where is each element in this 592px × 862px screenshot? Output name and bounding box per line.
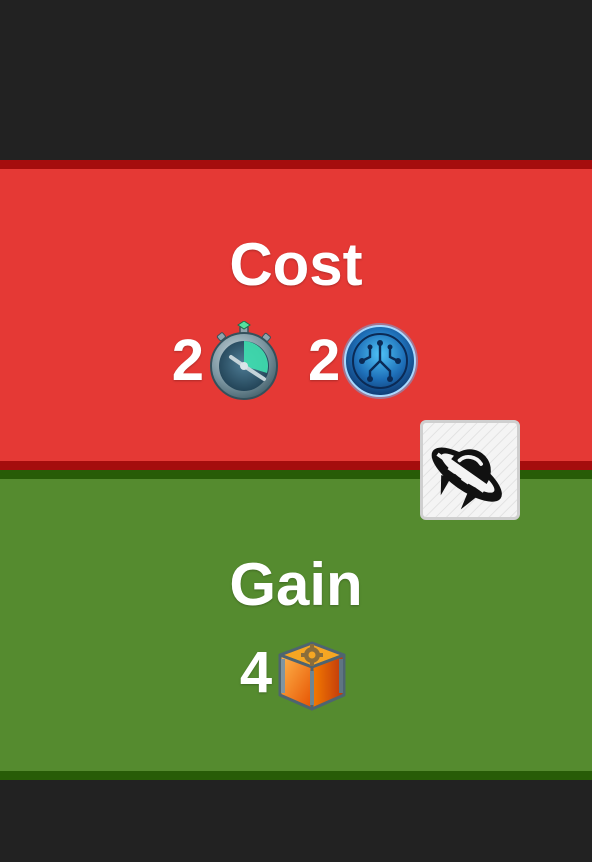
blue-tech-chip-icon [342, 323, 419, 399]
gain-amount-crate: 4 [239, 640, 273, 705]
cost-amount-tech: 2 [308, 328, 341, 393]
stopwatch-time-icon [210, 321, 278, 400]
gain-title: Gain [229, 551, 363, 618]
orange-gear-crate-icon [278, 641, 346, 711]
cost-row: 2 2 [0, 319, 592, 403]
ufo-icon [423, 423, 517, 517]
gain-row: 4 [0, 631, 592, 715]
cost-title: Cost [229, 231, 363, 298]
cost-amount-time: 2 [171, 328, 204, 393]
ufo-badge [420, 420, 520, 520]
